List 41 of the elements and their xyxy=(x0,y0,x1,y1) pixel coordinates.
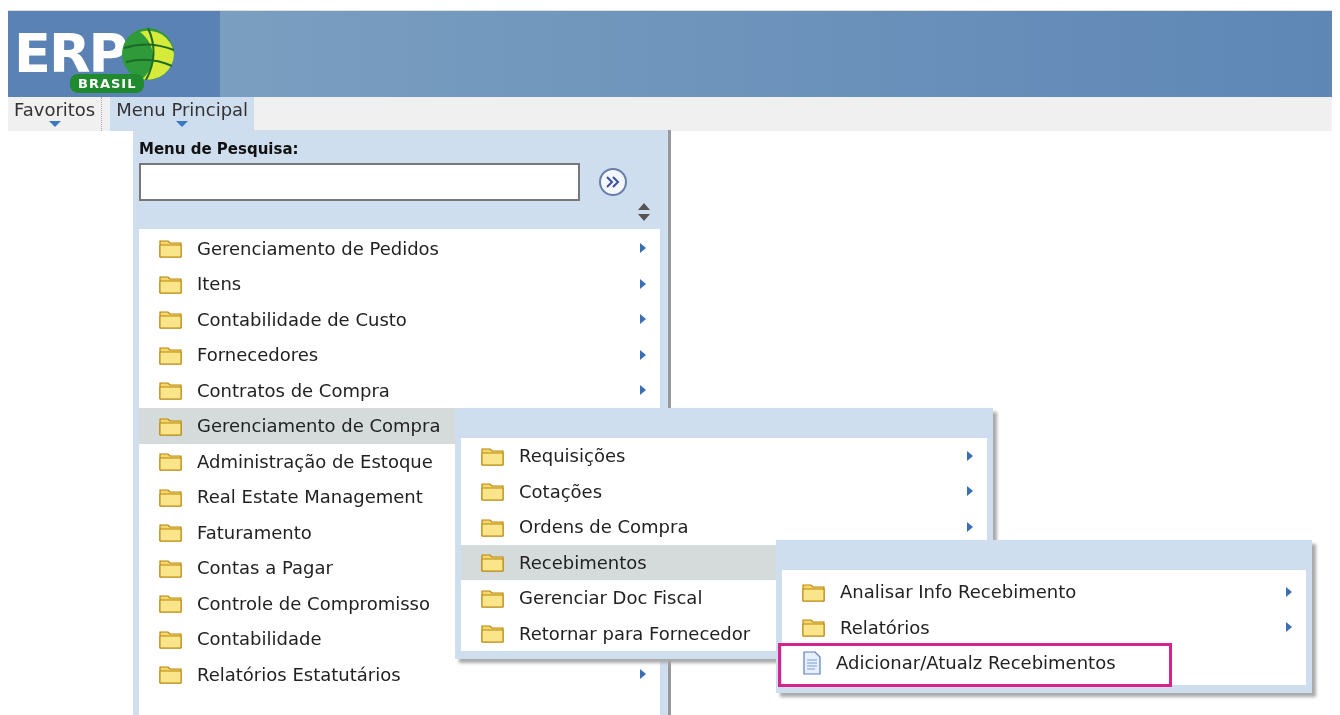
folder-icon xyxy=(159,380,183,401)
dropdown-caret-icon xyxy=(176,121,189,127)
folder-icon xyxy=(159,238,183,259)
folder-icon xyxy=(159,593,183,614)
menu-item[interactable]: Relatórios xyxy=(782,609,1306,645)
dropdown-caret-icon xyxy=(48,121,61,127)
folder-icon xyxy=(481,552,505,573)
folder-icon xyxy=(159,309,183,330)
menu-item[interactable]: Fornecedores xyxy=(139,337,660,373)
logo-subtext: BRASIL xyxy=(70,73,145,93)
folder-icon xyxy=(481,445,505,466)
menu-tab[interactable]: Menu Principal xyxy=(110,97,255,131)
document-icon xyxy=(802,650,822,675)
menu-item[interactable]: Contabilidade de Custo xyxy=(139,301,660,337)
go-icon[interactable] xyxy=(598,166,628,197)
folder-icon xyxy=(159,344,183,365)
search-field[interactable] xyxy=(139,162,580,201)
folder-icon xyxy=(159,664,183,685)
menu-item[interactable]: Gerenciamento de Pedidos xyxy=(139,230,660,266)
menu-item[interactable]: Ordens de Compra xyxy=(461,509,987,545)
menu-tab[interactable]: Favoritos xyxy=(8,97,103,131)
folder-icon xyxy=(802,581,826,602)
sort-icon[interactable] xyxy=(638,202,650,221)
folder-icon xyxy=(159,415,183,436)
folder-icon xyxy=(159,522,183,543)
menu-item[interactable]: Adicionar/Atualz Recebimentos xyxy=(782,645,1306,681)
menu-item[interactable]: Cotações xyxy=(461,473,987,509)
folder-icon xyxy=(159,273,183,294)
menu-item[interactable]: Itens xyxy=(139,266,660,302)
folder-icon xyxy=(159,451,183,472)
folder-icon xyxy=(802,617,826,638)
folder-icon xyxy=(159,557,183,578)
folder-icon xyxy=(481,623,505,644)
search-label: Menu de Pesquisa: xyxy=(139,139,300,160)
menu-item[interactable]: Contratos de Compra xyxy=(139,372,660,408)
folder-icon xyxy=(159,486,183,507)
folder-icon xyxy=(159,628,183,649)
folder-icon xyxy=(481,587,505,608)
menu-item[interactable]: Relatórios Estatutários xyxy=(139,656,660,692)
folder-icon xyxy=(481,516,505,537)
folder-icon xyxy=(481,481,505,502)
